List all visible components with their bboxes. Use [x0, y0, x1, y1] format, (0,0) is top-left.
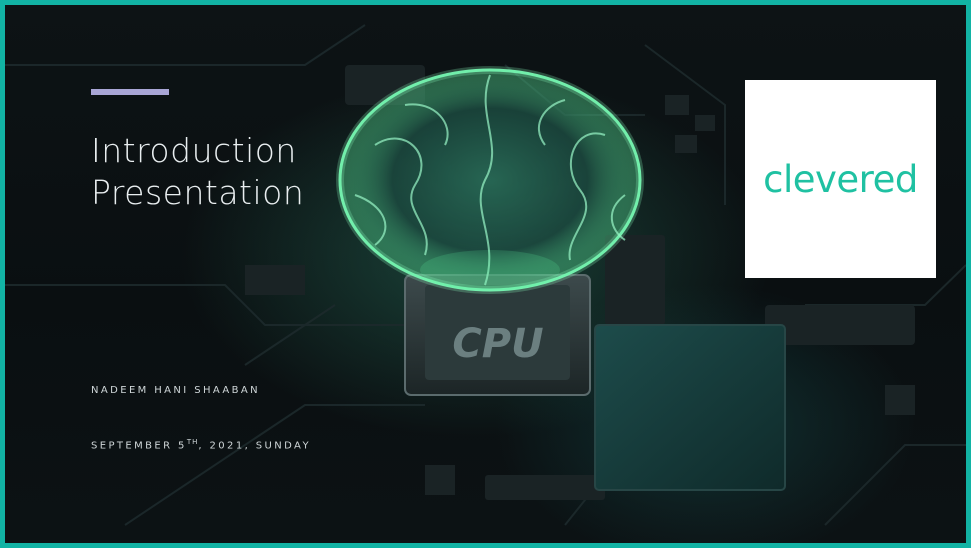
- slide: CPU Introduction Presentation clevered N…: [0, 0, 971, 548]
- presentation-date: SEPTEMBER 5TH, 2021, SUNDAY: [91, 438, 311, 451]
- slide-title: Introduction Presentation: [91, 130, 304, 214]
- date-prefix: SEPTEMBER 5: [91, 440, 187, 452]
- cpu-label: CPU: [452, 321, 543, 367]
- accent-line: [91, 89, 169, 95]
- brain-illustration: [336, 66, 644, 294]
- date-suffix: , 2021, SUNDAY: [198, 440, 311, 452]
- title-line-2: Presentation: [91, 173, 305, 212]
- date-superscript: TH: [186, 438, 199, 446]
- author-name: NADEEM HANI SHAABAN: [91, 385, 261, 396]
- logo-text: clevered: [763, 157, 918, 201]
- title-line-1: Introduction: [91, 131, 297, 170]
- clevered-logo: clevered: [745, 80, 936, 278]
